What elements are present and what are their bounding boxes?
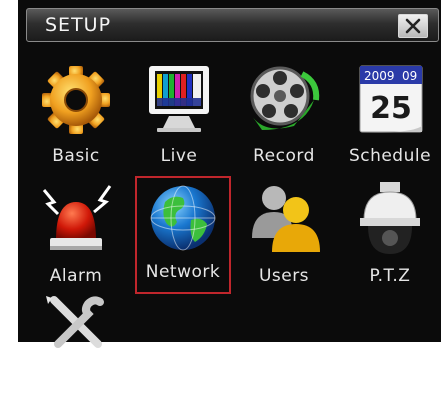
film-reel-icon bbox=[250, 66, 320, 130]
calendar-icon: 2009 09 25 bbox=[359, 65, 423, 133]
menu-item-ptz[interactable]: P.T.Z bbox=[342, 180, 438, 298]
menu-item-tools[interactable] bbox=[28, 294, 124, 412]
title-bar: SETUP bbox=[26, 8, 439, 42]
menu-item-label: Network bbox=[145, 262, 221, 282]
menu-item-live[interactable]: Live bbox=[131, 60, 227, 178]
menu-item-label: Record bbox=[253, 146, 315, 166]
menu-item-label: P.T.Z bbox=[369, 266, 411, 286]
monitor-icon bbox=[149, 66, 209, 132]
menu-item-users[interactable]: Users bbox=[236, 180, 332, 298]
close-icon bbox=[405, 18, 421, 34]
window-title: SETUP bbox=[45, 14, 112, 36]
tools-icon bbox=[46, 296, 104, 348]
close-button[interactable] bbox=[398, 14, 428, 38]
users-icon bbox=[252, 186, 320, 252]
menu-item-alarm[interactable]: Alarm bbox=[28, 180, 124, 298]
menu-item-network[interactable]: Network bbox=[135, 176, 231, 294]
calendar-day: 25 bbox=[370, 91, 412, 126]
menu-item-label: Basic bbox=[52, 146, 100, 166]
ptz-camera-icon bbox=[360, 182, 420, 254]
menu-item-label: Schedule bbox=[348, 146, 432, 166]
calendar-month: 09 bbox=[402, 69, 417, 83]
menu-item-label: Alarm bbox=[49, 266, 103, 286]
alarm-siren-icon bbox=[42, 185, 112, 250]
globe-icon bbox=[150, 185, 216, 251]
menu-item-label: Live bbox=[160, 146, 198, 166]
menu-item-record[interactable]: Record bbox=[236, 60, 332, 178]
menu-item-schedule[interactable]: 2009 09 25 Schedule bbox=[342, 60, 438, 178]
calendar-year: 2009 bbox=[364, 69, 395, 83]
gear-icon bbox=[42, 66, 110, 134]
menu-item-label: Users bbox=[258, 266, 310, 286]
menu-item-basic[interactable]: Basic bbox=[28, 60, 124, 178]
